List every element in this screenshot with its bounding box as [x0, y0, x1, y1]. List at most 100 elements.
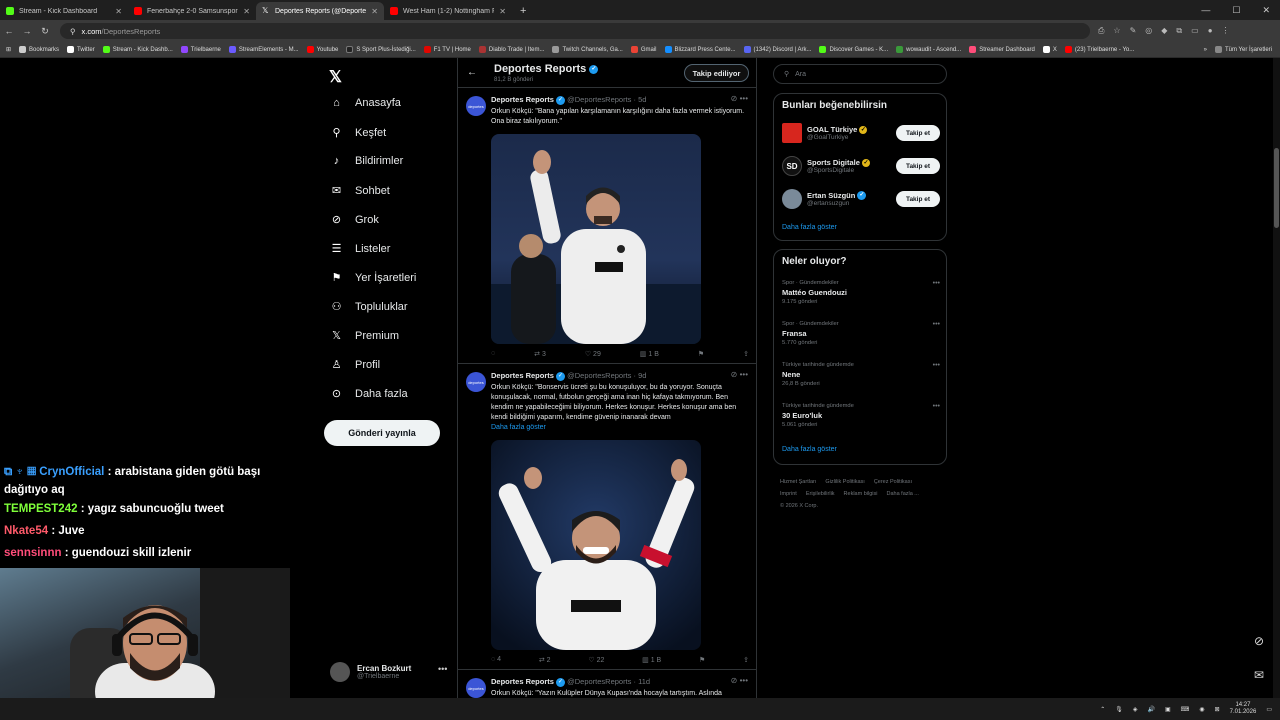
install-icon[interactable]: ⎙ [1098, 26, 1104, 36]
more-icon[interactable]: ••• [933, 403, 940, 410]
bookmark[interactable]: (23) Trielbaerne - Yo... [1064, 46, 1134, 53]
scrollbar-thumb[interactable] [1274, 148, 1279, 228]
show-more-link[interactable]: Daha fazla göster [782, 446, 837, 453]
follow-button[interactable]: Takip et [896, 158, 940, 174]
nav-communities[interactable]: ⚇ Topluluklar [330, 300, 408, 314]
x-logo-icon[interactable]: 𝕏 [329, 67, 342, 87]
wifi-icon[interactable]: ◈ [1133, 706, 1138, 713]
tweet[interactable]: deportes Deportes Reports ✓ @DeportesRep… [458, 670, 756, 698]
all-bookmarks[interactable]: Tüm Yer İşaretleri [1214, 46, 1280, 53]
close-window-icon[interactable]: ✕ [1262, 5, 1270, 16]
close-icon[interactable]: ✕ [499, 7, 506, 16]
close-icon[interactable]: ✕ [371, 7, 378, 16]
nav-home[interactable]: ⌂ Anasayfa [330, 97, 401, 109]
more-icon[interactable]: ••• [933, 321, 940, 328]
tray-icon[interactable]: ⌨ [1181, 706, 1190, 713]
puzzle-icon[interactable]: ⧉ [1176, 26, 1182, 36]
nav-more[interactable]: ⊙ Daha fazla [330, 387, 408, 401]
nav-grok[interactable]: ⊘ Grok [330, 213, 379, 227]
mic-icon[interactable]: 🎙 [1115, 706, 1123, 713]
profile-icon[interactable]: ● [1208, 26, 1213, 36]
url-field[interactable]: ⚲ x.com/DeportesReports [60, 23, 1090, 39]
clock[interactable]: 14:27 7.01.2026 [1230, 702, 1257, 716]
bookmark[interactable]: (1342) Discord | Ark... [743, 46, 811, 53]
bookmark[interactable]: Twitch Channels, Ga... [552, 46, 623, 53]
bookmark[interactable]: Twitter [67, 46, 95, 53]
menu-icon[interactable]: ⋮ [1222, 26, 1230, 36]
footer-link[interactable]: Erişilebilirlik [806, 491, 835, 497]
bookmark[interactable]: Stream - Kick Dashb... [102, 46, 173, 53]
nav-notifications[interactable]: ♪ Bildirimler [330, 155, 404, 167]
bookmark[interactable]: F1 TV | Home [423, 46, 471, 53]
tweet-image[interactable] [491, 134, 701, 344]
extension-icon[interactable]: ✎ [1130, 26, 1137, 36]
bookmark[interactable]: Blizzard Press Cente... [664, 46, 736, 53]
back-arrow-icon[interactable]: ← [467, 67, 477, 78]
bookmark[interactable]: Diablo Trade | Item... [478, 46, 544, 53]
nav-messages[interactable]: ✉ Sohbet [330, 184, 390, 198]
more-icon[interactable]: ••• [740, 94, 748, 103]
trend-item[interactable]: Türkiye tarihinde gündemde Nene 26,8 B g… [782, 362, 940, 387]
bookmark[interactable]: Gmail [630, 46, 657, 53]
trend-item[interactable]: Spor · Gündemdekiler Fransa 5.770 gönder… [782, 321, 940, 346]
retweet-button[interactable]: ⇄ 2 [539, 656, 551, 664]
nav-bookmarks[interactable]: ⚑ Yer İşaretleri [330, 271, 417, 285]
show-more-link[interactable]: Daha fazla göster [782, 224, 837, 231]
bookmark[interactable]: Streamer Dashboard [969, 46, 1035, 53]
bookmark[interactable]: Trielbaerne [180, 46, 221, 53]
footer-link[interactable]: Reklam bilgisi [844, 491, 878, 497]
bookmark[interactable]: Discover Games - K... [819, 46, 888, 53]
more-icon[interactable]: ••• [933, 362, 940, 369]
like-button[interactable]: ♡ 29 [585, 350, 601, 358]
tweet-image[interactable] [491, 440, 701, 650]
browser-tab[interactable]: Fenerbahçe 2-0 Samsunspor | M ✕ [128, 2, 256, 20]
maximize-icon[interactable]: ☐ [1232, 5, 1240, 16]
trend-item[interactable]: Türkiye tarihinde gündemde 30 Euro'luk 5… [782, 403, 940, 428]
following-button[interactable]: Takip ediliyor [684, 64, 749, 82]
volume-icon[interactable]: 🔊 [1148, 706, 1155, 713]
messages-float-icon[interactable]: ✉ [1248, 664, 1270, 686]
sidebar-icon[interactable]: ▭ [1191, 26, 1199, 36]
nav-explore[interactable]: ⚲ Keşfet [330, 126, 386, 140]
chevron-right-icon[interactable]: » [1204, 47, 1207, 53]
browser-tab[interactable]: West Ham (1-2) Nottingham Fo ✕ [384, 2, 512, 20]
browser-tab[interactable]: Stream - Kick Dashboard ✕ [0, 2, 128, 20]
account-switcher[interactable]: Ercan Bozkurt @Trielbaerne ••• [330, 662, 447, 682]
close-icon[interactable]: ✕ [243, 7, 250, 16]
bookmark[interactable]: X [1042, 46, 1057, 53]
trend-item[interactable]: Spor · Gündemdekiler Mattéo Guendouzi 9.… [782, 280, 940, 305]
footer-link[interactable]: Gizlilik Politikası [825, 479, 864, 485]
back-icon[interactable]: ← [0, 26, 18, 36]
extension-icon[interactable]: ◎ [1145, 26, 1152, 36]
more-icon[interactable]: ••• [438, 664, 447, 674]
tweet-author[interactable]: Deportes Reports [491, 677, 554, 686]
more-icon[interactable]: ••• [740, 370, 748, 379]
retweet-button[interactable]: ⇄ 3 [534, 350, 546, 358]
browser-tab-active[interactable]: 𝕏 Deportes Reports (@DeportesR ✕ [256, 2, 384, 20]
show-more-link[interactable]: Daha fazla göster [491, 424, 546, 431]
more-icon[interactable]: ••• [933, 280, 940, 287]
new-tab-button[interactable]: + [512, 2, 534, 20]
tweet-author[interactable]: Deportes Reports [491, 95, 554, 104]
bookmark[interactable]: wowaudit - Ascend... [896, 46, 961, 53]
views-button[interactable]: ▥ 1 B [640, 350, 659, 358]
follow-button[interactable]: Takip et [896, 125, 940, 141]
nav-premium[interactable]: 𝕏 Premium [330, 329, 399, 343]
grok-icon[interactable]: ⊘ [731, 370, 738, 379]
nav-profile[interactable]: ♙ Profil [330, 358, 381, 372]
reply-button[interactable]: ◌ 4 [491, 656, 501, 664]
share-button[interactable]: ⇪ [743, 656, 749, 664]
apps-icon[interactable]: ⊞ [6, 46, 11, 53]
tweet[interactable]: deportes Deportes Reports ✓ @DeportesRep… [458, 88, 756, 364]
tray-icon[interactable]: ◉ [1199, 706, 1204, 713]
site-info-icon[interactable]: ⚲ [70, 27, 76, 36]
footer-link[interactable]: Çerez Politikası [874, 479, 912, 485]
bookmark-button[interactable]: ⚑ [698, 350, 704, 358]
chevron-up-icon[interactable]: ⌃ [1100, 706, 1105, 713]
suggestion-item[interactable]: GOAL Türkiye ✓ @GoalTurkiye Takip et [782, 123, 940, 143]
extension-icon[interactable]: ◆ [1161, 26, 1167, 36]
forward-icon[interactable]: → [18, 26, 36, 36]
tweet-author[interactable]: Deportes Reports [491, 371, 554, 380]
grok-float-icon[interactable]: ⊘ [1248, 630, 1270, 652]
bookmark[interactable]: S Sport Plus-İstediği... [346, 46, 416, 53]
